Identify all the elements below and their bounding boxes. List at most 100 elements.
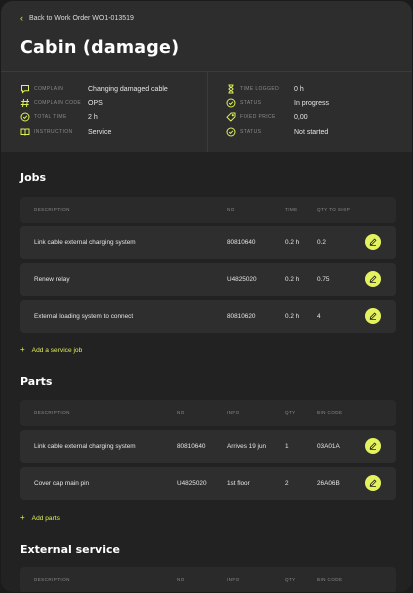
cell-info: 1st floor — [227, 480, 250, 487]
cell-no: 80810640 — [227, 239, 256, 246]
column-header-info: INFO — [227, 577, 240, 582]
info-label: COMPLAIN — [34, 86, 64, 92]
cell-no: 80810640 — [177, 443, 206, 450]
column-header-time: TIME — [285, 207, 298, 212]
parts-title: Parts — [20, 375, 53, 388]
info-label: STATUS — [240, 100, 262, 106]
column-header-bin-code: BIN CODE — [317, 577, 343, 582]
cell-time: 0.2 h — [285, 239, 300, 246]
info-value: 0,00 — [294, 113, 308, 121]
info-value: 0 h — [294, 85, 304, 93]
check-circle-icon — [226, 127, 236, 137]
pencil-icon — [369, 479, 377, 487]
table-row[interactable]: Link cable external charging system 8081… — [20, 226, 396, 259]
column-header-no: NO — [227, 207, 235, 212]
table-row[interactable]: External loading system to connect 80810… — [20, 300, 396, 333]
parts-table-header: DESCRIPTION NO INFO QTY BIN CODE — [20, 400, 396, 426]
info-status: STATUS In progress — [226, 97, 329, 109]
info-status-2: STATUS Not started — [226, 126, 328, 138]
cell-qty: 0.75 — [317, 276, 330, 283]
info-fixed-price: FIXED PRICE 0,00 — [226, 111, 308, 123]
column-header-qty: QTY — [285, 577, 296, 582]
info-label: FIXED PRICE — [240, 114, 276, 120]
pencil-icon — [369, 312, 377, 320]
cell-no: U4825020 — [227, 276, 257, 283]
info-label: TIME LOGGED — [240, 86, 280, 92]
message-icon — [20, 84, 30, 94]
info-label: STATUS — [240, 129, 262, 135]
column-header-description: DESCRIPTION — [34, 577, 70, 582]
cell-qty: 4 — [317, 313, 321, 320]
cell-description: Link cable external charging system — [34, 239, 136, 246]
cell-description: Link cable external charging system — [34, 443, 136, 450]
column-header-description: DESCRIPTION — [34, 207, 70, 212]
add-service-job-label: Add a service job — [31, 346, 83, 354]
column-header-qty: QTY TO SHIP — [317, 207, 351, 212]
info-complain: COMPLAIN Changing damaged cable — [20, 83, 168, 95]
tag-icon — [226, 112, 236, 122]
add-parts-label: Add parts — [31, 514, 60, 522]
cell-time: 0.2 h — [285, 313, 300, 320]
check-circle-icon — [226, 98, 236, 108]
cell-info: Arrives 19 jun — [227, 443, 267, 450]
external-service-title: External service — [20, 543, 120, 556]
edit-button[interactable] — [365, 234, 381, 250]
divider — [207, 72, 208, 152]
cell-bin-code: 03A01A — [317, 443, 340, 450]
info-time-logged: TIME LOGGED 0 h — [226, 83, 304, 95]
clock-icon — [20, 112, 30, 122]
table-row[interactable]: Cover cap main pin U4825020 1st floor 2 … — [20, 467, 396, 500]
page-title: Cabin (damage) — [20, 38, 180, 58]
cell-time: 0.2 h — [285, 276, 300, 283]
job-header: ‹ Back to Work Order WO1-013519 Cabin (d… — [1, 1, 412, 152]
hash-icon — [20, 98, 30, 108]
cell-qty: 1 — [285, 443, 289, 450]
jobs-title: Jobs — [20, 171, 47, 184]
plus-icon: + — [20, 345, 25, 354]
column-header-info: INFO — [227, 410, 240, 415]
column-header-qty: QTY — [285, 410, 296, 415]
column-header-no: NO — [177, 577, 185, 582]
info-value: Not started — [294, 128, 329, 136]
cell-bin-code: 26A06B — [317, 480, 340, 487]
info-instruction: INSTRUCTION Service — [20, 126, 111, 138]
pencil-icon — [369, 442, 377, 450]
info-complain-code: COMPLAIN CODE OPS — [20, 97, 103, 109]
edit-button[interactable] — [365, 271, 381, 287]
info-value: OPS — [88, 99, 103, 107]
cell-description: External loading system to connect — [34, 313, 134, 320]
table-row[interactable]: Link cable external charging system 8081… — [20, 430, 396, 463]
add-parts-button[interactable]: + Add parts — [20, 514, 60, 522]
back-link-label: Back to Work Order WO1-013519 — [29, 15, 134, 22]
cell-no: 80810620 — [227, 313, 256, 320]
cell-no: U4825020 — [177, 480, 207, 487]
info-total-time: TOTAL TIME 2 h — [20, 111, 98, 123]
external-service-table-header: DESCRIPTION NO INFO QTY BIN CODE — [20, 567, 396, 592]
info-value: Changing damaged cable — [88, 85, 168, 93]
column-header-no: NO — [177, 410, 185, 415]
table-row[interactable]: Renew relay U4825020 0.2 h 0.75 — [20, 263, 396, 296]
edit-button[interactable] — [365, 475, 381, 491]
info-value: Service — [88, 128, 112, 136]
add-service-job-button[interactable]: + Add a service job — [20, 346, 82, 354]
cell-qty: 2 — [285, 480, 289, 487]
cell-description: Renew relay — [34, 276, 70, 283]
column-header-bin-code: BIN CODE — [317, 410, 343, 415]
info-value: 2 h — [88, 113, 98, 121]
pencil-icon — [369, 275, 377, 283]
hourglass-icon — [226, 84, 236, 94]
chevron-left-icon: ‹ — [20, 13, 23, 23]
edit-button[interactable] — [365, 438, 381, 454]
cell-qty: 0.2 — [317, 239, 326, 246]
cell-description: Cover cap main pin — [34, 480, 90, 487]
edit-button[interactable] — [365, 308, 381, 324]
column-header-description: DESCRIPTION — [34, 410, 70, 415]
back-link[interactable]: ‹ Back to Work Order WO1-013519 — [20, 14, 134, 23]
plus-icon: + — [20, 513, 25, 522]
info-label: TOTAL TIME — [34, 114, 67, 120]
work-order-job-panel: ‹ Back to Work Order WO1-013519 Cabin (d… — [1, 1, 412, 592]
info-label: INSTRUCTION — [34, 129, 73, 135]
book-icon — [20, 127, 30, 137]
pencil-icon — [369, 238, 377, 246]
info-value: In progress — [294, 99, 330, 107]
